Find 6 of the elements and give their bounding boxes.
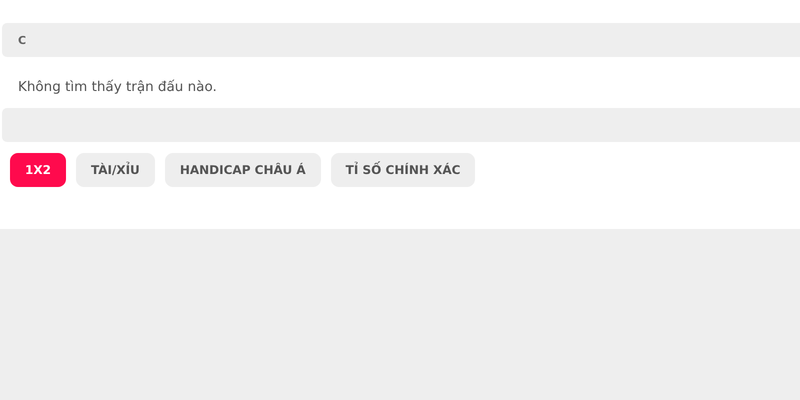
market-tab[interactable]: 1X2	[10, 153, 66, 187]
empty-message: Không tìm thấy trận đấu nào.	[18, 78, 217, 96]
market-tab[interactable]: TÀI/XỈU	[76, 153, 155, 187]
market-tab[interactable]: HANDICAP CHÂU Á	[164, 153, 321, 187]
header-title: C	[18, 34, 26, 46]
market-tab[interactable]: TỈ SỐ CHÍNH XÁC	[330, 153, 476, 187]
